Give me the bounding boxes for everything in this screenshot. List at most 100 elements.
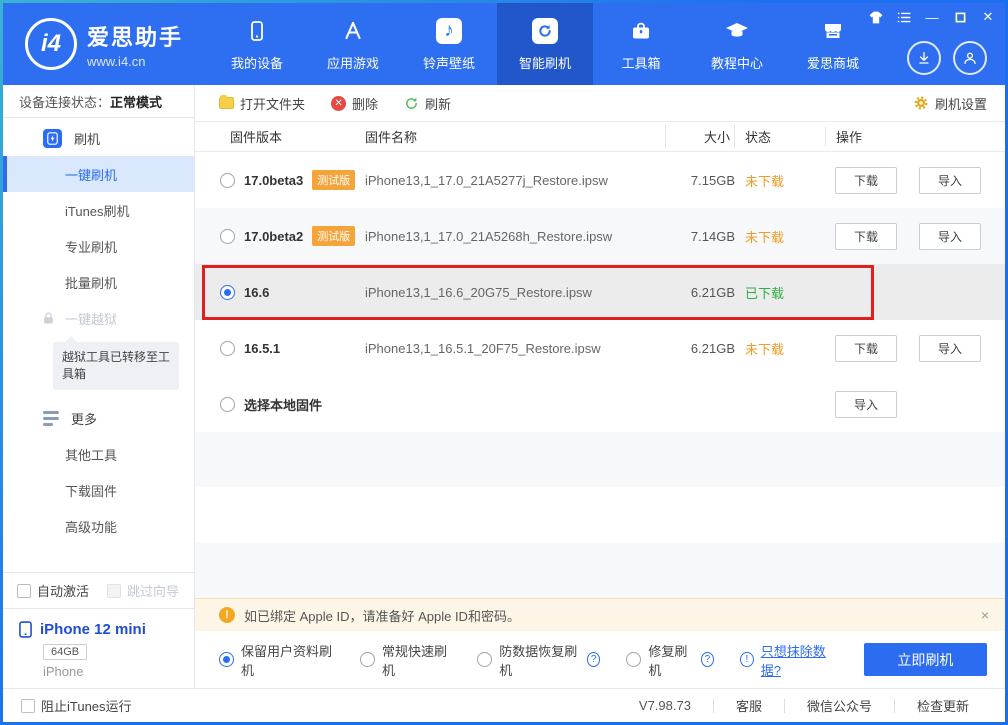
checkbox-icon bbox=[21, 699, 35, 713]
check-update-link[interactable]: 检查更新 bbox=[895, 696, 991, 715]
empty-rows-area bbox=[195, 432, 1005, 598]
firmware-actions: 下载导入 bbox=[825, 167, 1005, 194]
jailbreak-moved-tooltip: 越狱工具已转移至工具箱 bbox=[53, 342, 179, 390]
firmware-radio[interactable] bbox=[220, 229, 235, 244]
nav-label: 爱思商城 bbox=[807, 53, 859, 72]
header: i4 爱思助手 www.i4.cn 我的设备 应用游戏 ♪ 铃声壁纸 bbox=[3, 3, 1005, 85]
import-button[interactable]: 导入 bbox=[835, 391, 897, 418]
import-button[interactable]: 导入 bbox=[919, 223, 981, 250]
customer-support-link[interactable]: 客服 bbox=[714, 696, 784, 715]
sidebar-item-pro-flash[interactable]: 专业刷机 bbox=[3, 228, 194, 264]
open-folder-button[interactable]: 打开文件夹 bbox=[219, 94, 305, 113]
nav-label: 铃声壁纸 bbox=[423, 53, 475, 72]
firmware-version: 16.5.1 bbox=[244, 341, 280, 356]
skip-wizard-checkbox: 跳过向导 bbox=[107, 581, 179, 600]
firmware-row[interactable]: 16.6 iPhone13,1_16.6_20G75_Restore.ipsw6.… bbox=[195, 264, 1005, 320]
warning-icon: ! bbox=[219, 607, 235, 623]
firmware-size: 6.21GB bbox=[665, 285, 735, 300]
firmware-row[interactable]: 选择本地固件 导入 bbox=[195, 376, 1005, 432]
firmware-status: 未下载 bbox=[735, 227, 825, 246]
firmware-row[interactable]: 17.0beta3测试版iPhone13,1_17.0_21A5277j_Res… bbox=[195, 152, 1005, 208]
nav-ringtones-wallpapers[interactable]: ♪ 铃声壁纸 bbox=[401, 3, 497, 85]
maximize-button[interactable] bbox=[949, 7, 971, 27]
refresh-button[interactable]: 刷新 bbox=[404, 94, 451, 113]
firmware-filename: iPhone13,1_16.6_20G75_Restore.ipsw bbox=[365, 285, 665, 300]
flash-settings-button[interactable]: 刷机设置 bbox=[913, 94, 987, 113]
firmware-row[interactable]: 16.5.1 iPhone13,1_16.5.1_20F75_Restore.ip… bbox=[195, 320, 1005, 376]
download-button[interactable]: 下载 bbox=[835, 223, 897, 250]
import-button[interactable]: 导入 bbox=[919, 167, 981, 194]
firmware-radio[interactable] bbox=[220, 173, 235, 188]
firmware-table: 17.0beta3测试版iPhone13,1_17.0_21A5277j_Res… bbox=[195, 152, 1005, 432]
sidebar-item-download-firmware[interactable]: 下载固件 bbox=[3, 472, 194, 508]
nav-label: 智能刷机 bbox=[519, 53, 571, 72]
block-itunes-checkbox[interactable]: 阻止iTunes运行 bbox=[21, 696, 132, 715]
nav-toolbox[interactable]: 工具箱 bbox=[593, 3, 689, 85]
sidebar-item-onekey-flash[interactable]: 一键刷机 bbox=[3, 156, 194, 192]
device-connection-status: 设备连接状态：正常模式 bbox=[3, 85, 194, 118]
help-icon[interactable]: ? bbox=[587, 652, 601, 667]
minimize-button[interactable]: — bbox=[921, 7, 943, 27]
option-anti-recovery[interactable]: 防数据恢复刷机? bbox=[477, 641, 600, 679]
nav-tutorials[interactable]: 教程中心 bbox=[689, 3, 785, 85]
firmware-toolbar: 打开文件夹 ✕删除 刷新 刷机设置 bbox=[195, 85, 1005, 122]
beta-badge: 测试版 bbox=[312, 226, 355, 246]
nav-smart-flash[interactable]: 智能刷机 bbox=[497, 3, 593, 85]
status-value: 正常模式 bbox=[110, 92, 162, 111]
sidebar-item-jailbreak: 一键越狱 bbox=[3, 300, 194, 336]
notice-text: 如已绑定 Apple ID，请准备好 Apple ID和密码。 bbox=[244, 606, 520, 625]
alert-icon: ! bbox=[740, 652, 754, 667]
sidebar-item-other-tools[interactable]: 其他工具 bbox=[3, 436, 194, 472]
firmware-status: 未下载 bbox=[735, 171, 825, 190]
window-controls: — ✕ bbox=[865, 7, 999, 27]
firmware-status: 已下载 bbox=[735, 283, 825, 302]
radio-icon bbox=[360, 652, 375, 667]
col-actions: 操作 bbox=[825, 127, 1005, 146]
sidebar-item-advanced[interactable]: 高级功能 bbox=[3, 508, 194, 544]
firmware-version: 16.6 bbox=[244, 285, 269, 300]
auto-activate-checkbox[interactable]: 自动激活 bbox=[17, 581, 89, 600]
option-normal-fast[interactable]: 常规快速刷机 bbox=[360, 641, 451, 679]
nav-my-device[interactable]: 我的设备 bbox=[209, 3, 305, 85]
wechat-official-link[interactable]: 微信公众号 bbox=[785, 696, 894, 715]
sidebar-group-flash[interactable]: 刷机 bbox=[3, 120, 194, 156]
col-name: 固件名称 bbox=[365, 127, 665, 146]
firmware-actions: 导入 bbox=[825, 391, 1005, 418]
download-manager-icon[interactable] bbox=[907, 41, 941, 75]
nav-label: 应用游戏 bbox=[327, 53, 379, 72]
theme-skin-icon[interactable] bbox=[865, 7, 887, 27]
firmware-status: 未下载 bbox=[735, 339, 825, 358]
radio-icon bbox=[626, 652, 641, 667]
firmware-radio[interactable] bbox=[220, 397, 235, 412]
delete-button[interactable]: ✕删除 bbox=[331, 94, 378, 113]
download-button[interactable]: 下载 bbox=[835, 335, 897, 362]
close-button[interactable]: ✕ bbox=[977, 7, 999, 27]
firmware-filename: iPhone13,1_17.0_21A5277j_Restore.ipsw bbox=[365, 173, 665, 188]
sidebar-item-itunes-flash[interactable]: iTunes刷机 bbox=[3, 192, 194, 228]
notice-close-icon[interactable]: × bbox=[981, 607, 989, 623]
app-title: 爱思助手 bbox=[87, 20, 183, 52]
firmware-version: 17.0beta2 bbox=[244, 229, 303, 244]
sidebar-group-more[interactable]: 更多 bbox=[3, 400, 194, 436]
appstore-icon bbox=[341, 16, 365, 46]
device-name: iPhone 12 mini bbox=[40, 621, 146, 638]
firmware-filename: iPhone13,1_16.5.1_20F75_Restore.ipsw bbox=[365, 341, 665, 356]
sidebar-item-batch-flash[interactable]: 批量刷机 bbox=[3, 264, 194, 300]
firmware-radio[interactable] bbox=[220, 285, 235, 300]
flash-now-button[interactable]: 立即刷机 bbox=[864, 643, 987, 676]
status-bar: 阻止iTunes运行 V7.98.73 客服 微信公众号 检查更新 bbox=[3, 688, 1005, 722]
option-keep-user-data[interactable]: 保留用户资料刷机 bbox=[219, 641, 334, 679]
help-icon[interactable]: ? bbox=[701, 652, 714, 667]
user-account-icon[interactable] bbox=[953, 41, 987, 75]
option-repair-flash[interactable]: 修复刷机? bbox=[626, 641, 714, 679]
firmware-row[interactable]: 17.0beta2测试版iPhone13,1_17.0_21A5268h_Res… bbox=[195, 208, 1005, 264]
main-menu-icon[interactable] bbox=[893, 7, 915, 27]
firmware-size: 6.21GB bbox=[665, 341, 735, 356]
firmware-radio[interactable] bbox=[220, 341, 235, 356]
download-button[interactable]: 下载 bbox=[835, 167, 897, 194]
import-button[interactable]: 导入 bbox=[919, 335, 981, 362]
nav-apps-games[interactable]: 应用游戏 bbox=[305, 3, 401, 85]
storefront-icon bbox=[821, 16, 845, 46]
firmware-version: 选择本地固件 bbox=[244, 395, 322, 414]
erase-data-link[interactable]: 只想抹除数据? bbox=[761, 641, 838, 679]
